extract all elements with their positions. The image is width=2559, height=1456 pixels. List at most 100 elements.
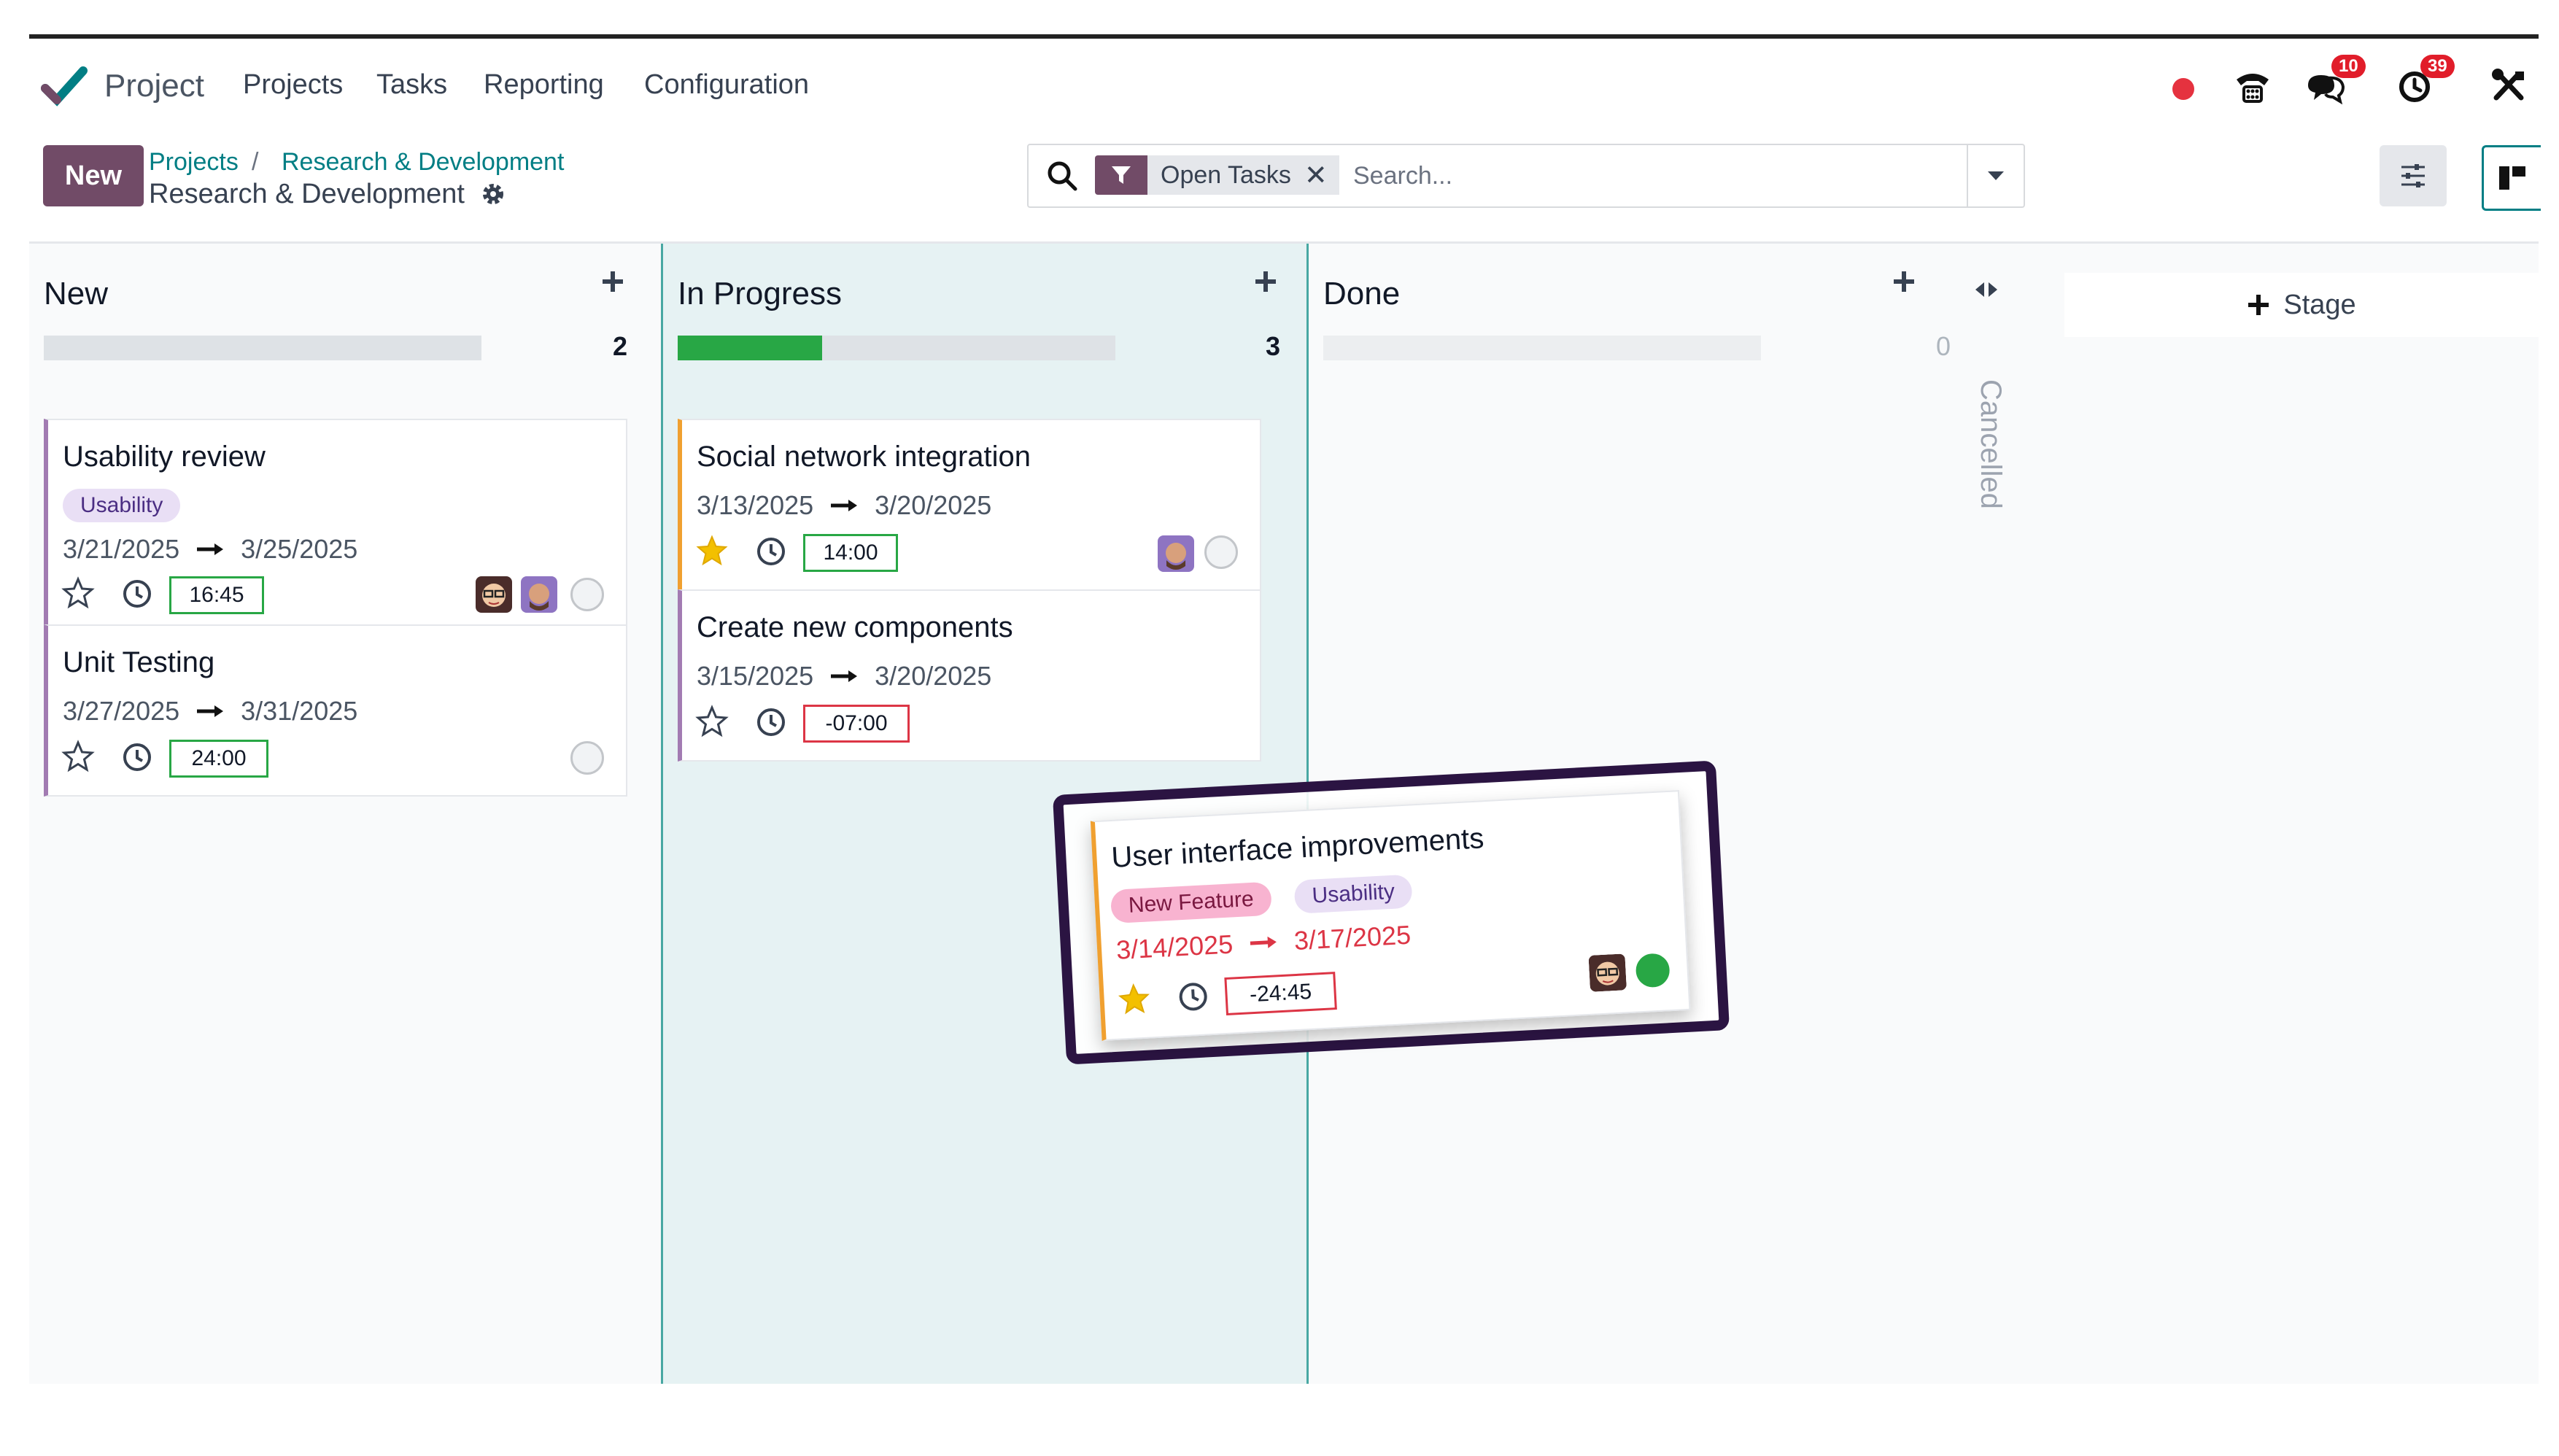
breadcrumb-separator: / [252, 148, 259, 176]
fold-expand-icon[interactable] [1973, 280, 2000, 299]
arrow-right-icon [831, 500, 858, 511]
column-count: 3 [1266, 331, 1281, 361]
clock-icon[interactable] [755, 535, 787, 568]
menu-tasks[interactable]: Tasks [376, 69, 447, 101]
add-stage-label: Stage [2283, 289, 2356, 320]
folded-column-cancelled[interactable]: Cancelled [1974, 379, 2007, 509]
filter-panel-button[interactable] [2380, 145, 2447, 206]
project-app-logo-icon[interactable] [41, 66, 88, 107]
app-name[interactable]: Project [104, 68, 204, 104]
avatar [1588, 953, 1627, 992]
clock-icon[interactable] [121, 741, 153, 773]
tag-usability: Usability [63, 489, 181, 522]
quick-create-plus-icon[interactable] [1891, 268, 1917, 295]
clock-icon[interactable] [755, 706, 787, 738]
status-indicator[interactable] [570, 578, 604, 611]
avatar [1158, 535, 1194, 572]
end-date: 3/20/2025 [875, 661, 992, 691]
task-title: Usability review [63, 441, 266, 473]
column-new: New 2 Usability review Usability 3/21/20… [29, 244, 657, 1384]
column-progress-bar[interactable] [1323, 336, 1761, 360]
star-filled-icon[interactable] [695, 534, 729, 568]
status-indicator[interactable] [570, 741, 604, 775]
end-date: 3/25/2025 [241, 534, 358, 564]
star-outline-icon[interactable] [61, 576, 95, 610]
quick-create-plus-icon[interactable] [600, 268, 626, 295]
remove-facet-icon[interactable]: ✕ [1304, 155, 1339, 195]
allocated-time: -24:45 [1224, 972, 1337, 1016]
dragged-card-highlight: User interface improvements New Feature … [1052, 760, 1730, 1065]
allocated-time: 24:00 [169, 740, 268, 778]
breadcrumb-project[interactable]: Research & Development [282, 148, 564, 177]
star-filled-icon[interactable] [1117, 981, 1152, 1016]
navbar: Project Projects Tasks Reporting Configu… [29, 39, 2539, 119]
tools-icon[interactable] [2489, 65, 2528, 106]
kanban-board: New 2 Usability review Usability 3/21/20… [29, 244, 2539, 1384]
task-dates: 3/15/2025 3/20/2025 [697, 661, 991, 692]
arrow-right-icon [197, 705, 224, 717]
menu-configuration[interactable]: Configuration [644, 69, 809, 101]
end-date: 3/31/2025 [241, 696, 358, 726]
avatar [521, 576, 557, 613]
phone-icon[interactable] [2232, 65, 2273, 106]
search-options-toggle[interactable] [1967, 145, 2024, 206]
new-task-button[interactable]: New [43, 145, 144, 206]
task-card[interactable]: Create new components 3/15/2025 3/20/202… [678, 589, 1261, 762]
start-date: 3/15/2025 [697, 661, 814, 691]
recording-dot-icon[interactable] [2171, 77, 2196, 101]
menu-reporting[interactable]: Reporting [484, 69, 604, 101]
search-input[interactable] [1352, 158, 1924, 193]
end-date: 3/20/2025 [875, 490, 992, 520]
status-indicator[interactable] [1204, 535, 1238, 569]
task-dates: 3/27/2025 3/31/2025 [63, 696, 357, 727]
star-outline-icon[interactable] [61, 740, 95, 773]
star-outline-icon[interactable] [695, 705, 729, 738]
column-count: 0 [1936, 331, 1951, 361]
messages-badge: 10 [2331, 55, 2366, 78]
kanban-view-icon [2499, 166, 2525, 190]
caret-down-icon [1988, 171, 2004, 180]
breadcrumb-projects[interactable]: Projects [149, 148, 239, 177]
arrow-right-icon [831, 670, 858, 682]
sliders-icon [2401, 164, 2425, 187]
arrow-right-icon [1250, 936, 1277, 948]
gear-icon[interactable] [480, 181, 506, 207]
task-card[interactable]: Usability review Usability 3/21/2025 3/2… [44, 419, 627, 626]
tag-new-feature: New Feature [1110, 881, 1272, 924]
start-date: 3/13/2025 [697, 490, 814, 520]
clock-icon[interactable] [1177, 980, 1210, 1013]
column-count: 2 [613, 331, 628, 361]
start-date: 3/27/2025 [63, 696, 180, 726]
column-progress-bar[interactable] [44, 336, 481, 360]
dragged-task-card[interactable]: User interface improvements New Feature … [1090, 790, 1691, 1041]
task-dates: 3/13/2025 3/20/2025 [697, 490, 991, 521]
end-date: 3/17/2025 [1293, 919, 1412, 956]
clock-icon[interactable] [121, 578, 153, 610]
task-title: Social network integration [697, 441, 1031, 473]
start-date: 3/21/2025 [63, 534, 180, 564]
activities-button[interactable]: 39 [2397, 55, 2455, 106]
allocated-time: 16:45 [169, 576, 264, 614]
search-bar[interactable]: Open Tasks ✕ [1027, 144, 2025, 208]
kanban-view-button[interactable] [2482, 145, 2541, 211]
messages-button[interactable]: 10 [2305, 55, 2366, 106]
status-indicator-done[interactable] [1635, 953, 1670, 988]
facet-label: Open Tasks [1147, 155, 1304, 195]
avatar [476, 576, 512, 613]
column-title[interactable]: In Progress [678, 276, 842, 312]
column-title[interactable]: New [44, 276, 108, 312]
task-card[interactable]: Social network integration 3/13/2025 3/2… [678, 419, 1261, 591]
menu-projects[interactable]: Projects [243, 69, 343, 101]
breadcrumb-current: Research & Development [149, 179, 506, 210]
add-stage-button[interactable]: Stage [2064, 273, 2539, 337]
progress-fill [678, 336, 822, 360]
task-dates-overdue: 3/14/2025 3/17/2025 [1115, 920, 1412, 966]
column-progress-bar[interactable] [678, 336, 1115, 360]
search-icon[interactable] [1046, 160, 1078, 192]
filter-icon [1095, 155, 1147, 195]
column-title[interactable]: Done [1323, 276, 1400, 312]
task-title: Unit Testing [63, 646, 215, 678]
task-title: User interface improvements [1110, 822, 1485, 874]
task-card[interactable]: Unit Testing 3/27/2025 3/31/2025 24:00 [44, 624, 627, 797]
quick-create-plus-icon[interactable] [1253, 268, 1279, 295]
